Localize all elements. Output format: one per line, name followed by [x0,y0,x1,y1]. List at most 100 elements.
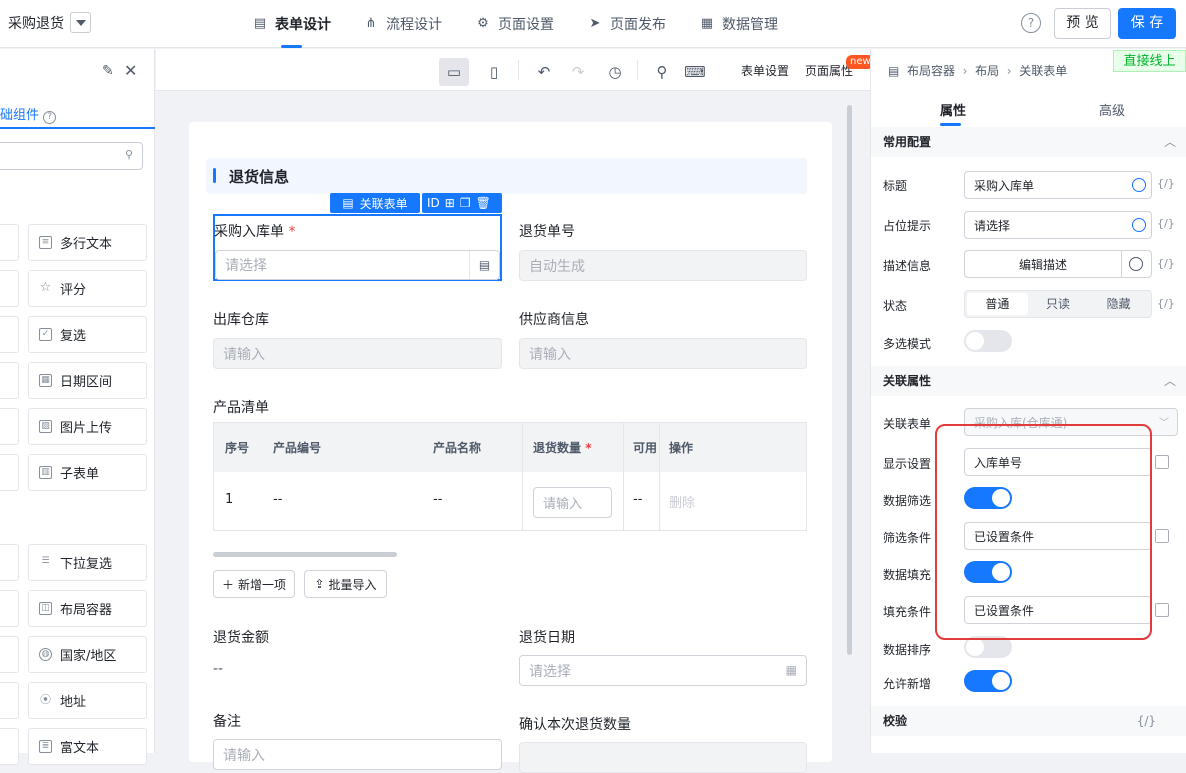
purchase-order-select[interactable]: 请选择 ▤ [215,250,500,280]
chevron-up-icon: ︿ [1163,374,1176,388]
title-prop-input[interactable]: 采购入库单 [964,171,1152,199]
tab-flow-design[interactable]: ⋔ 流程设计 [364,14,442,34]
component-item[interactable] [0,590,19,627]
td-code: -- [273,492,283,507]
tab-basic-components[interactable]: 础组件 ? [0,104,57,124]
amount-value: -- [213,661,224,677]
tab-form-design[interactable]: ▤ 表单设计 [253,14,331,34]
redo-icon[interactable]: ↷ [563,58,593,86]
component-rating[interactable]: ☆ 评分 [28,270,147,307]
keyboard-icon[interactable]: ⌨ [680,58,710,86]
component-item[interactable] [0,362,19,399]
add-icon[interactable]: ⊞ [445,196,455,210]
delete-icon[interactable]: 🗑 [476,196,491,210]
edit-icon[interactable] [1155,455,1169,469]
search-icon[interactable]: ⚲ [647,58,677,86]
mobile-view-icon[interactable]: ▯ [479,58,509,86]
supplier-field[interactable]: 请输入 [519,338,807,369]
checkbox-icon: ✓ [39,328,52,341]
component-item[interactable] [0,454,19,491]
close-icon[interactable]: ✕ [124,61,137,80]
component-item[interactable] [0,728,19,765]
crumb-linked-form[interactable]: 关联表单 [1019,64,1067,78]
document-icon[interactable]: ▤ [469,251,499,279]
tab-data-manage[interactable]: ▦ 数据管理 [700,14,778,34]
section-title: 退货信息 [229,168,290,186]
edit-icon[interactable] [1155,603,1169,617]
component-textarea[interactable]: ≡ 多行文本 [28,224,147,261]
state-normal[interactable]: 普通 [967,293,1028,315]
component-image-upload[interactable]: ▨ 图片上传 [28,408,147,445]
formula-icon[interactable]: {/} [1157,177,1175,190]
component-item[interactable] [0,682,19,719]
delete-row-link[interactable]: 删除 [669,492,695,511]
component-subform[interactable]: ▥ 子表单 [28,454,147,491]
component-country[interactable]: ◍ 国家/地区 [28,636,147,673]
app-switch-dropdown[interactable] [70,12,91,33]
date-picker[interactable]: 请选择 ▦ [519,655,807,686]
globe-icon[interactable] [1132,218,1146,232]
placeholder-prop-input[interactable]: 请选择 [964,211,1152,239]
edit-desc-button[interactable]: 编辑描述 [964,250,1152,278]
tab-page-settings[interactable]: ⚙ 页面设置 [476,14,554,34]
component-layout[interactable]: ◫ 布局容器 [28,590,147,627]
pin-icon[interactable]: ✎ [102,63,114,79]
group-link-props[interactable]: 关联属性 ︿ [871,366,1186,396]
confirm-qty-field[interactable] [519,742,807,773]
state-segmented[interactable]: 普通 只读 隐藏 [964,290,1152,318]
undo-icon[interactable]: ↶ [529,58,559,86]
grid-icon: ▦ [700,16,714,31]
col-divider [623,423,624,531]
edit-icon[interactable] [1155,529,1169,543]
state-hidden[interactable]: 隐藏 [1088,293,1149,315]
chevron-right-icon: › [958,64,972,78]
formula-icon[interactable]: {/} [1157,217,1175,230]
qty-input[interactable]: 请输入 [533,487,612,518]
remark-input[interactable]: 请输入 [213,739,502,770]
crumb-layout-container[interactable]: 布局容器 [907,64,955,78]
batch-import-button[interactable]: ⇪ 批量导入 [304,570,387,598]
multi-mode-toggle[interactable] [964,330,1012,352]
component-item[interactable] [0,636,19,673]
id-button[interactable]: ID [427,196,440,210]
add-row-button[interactable]: ＋新增一项 [213,570,295,598]
canvas-scrollbar[interactable] [847,105,852,655]
formula-icon[interactable]: {/} [1137,706,1156,736]
flow-icon: ⋔ [365,16,377,31]
tab-advanced[interactable]: 高级 [1099,100,1125,119]
component-item[interactable] [0,224,19,261]
warehouse-field[interactable]: 请输入 [213,338,502,369]
save-button[interactable]: 保 存 [1118,8,1176,39]
preview-button[interactable]: 预 览 [1054,8,1111,39]
component-item[interactable] [0,316,19,353]
form-settings-button[interactable]: 表单设置 [741,62,789,79]
desktop-view-icon[interactable]: ▭ [439,58,469,86]
state-readonly[interactable]: 只读 [1028,293,1089,315]
title-prop-label: 标题 [883,179,908,193]
active-tab-indicator [281,45,302,48]
table-scrollbar[interactable] [213,552,397,557]
component-search-input[interactable]: ⚲ [0,142,143,170]
allow-add-toggle[interactable] [964,670,1012,692]
component-multi-select[interactable]: ☰ 下拉复选 [28,544,147,581]
history-icon[interactable]: ◷ [600,58,630,86]
copy-icon[interactable]: ❐ [460,196,471,210]
formula-icon[interactable]: {/} [1157,257,1175,270]
component-item[interactable] [0,408,19,445]
component-item[interactable] [0,544,19,581]
tab-properties[interactable]: 属性 [940,100,966,119]
tab-page-publish[interactable]: ➤ 页面发布 [588,14,666,34]
group-validate[interactable]: 校验 {/} [871,706,1186,736]
help-icon[interactable]: ? [1021,13,1041,33]
component-address[interactable]: ⦿ 地址 [28,682,147,719]
globe-icon[interactable] [1132,178,1146,192]
component-checkbox[interactable]: ✓ 复选 [28,316,147,353]
go-live-badge[interactable]: 直接线上 [1113,50,1186,72]
component-date-range[interactable]: ▦ 日期区间 [28,362,147,399]
component-richtext[interactable]: ≣ 富文本 [28,728,147,765]
group-common-config[interactable]: 常用配置 ︿ [871,127,1186,157]
crumb-layout[interactable]: 布局 [975,64,999,78]
component-item[interactable] [0,270,19,307]
globe-icon[interactable] [1129,257,1143,271]
formula-icon[interactable]: {/} [1157,297,1175,310]
